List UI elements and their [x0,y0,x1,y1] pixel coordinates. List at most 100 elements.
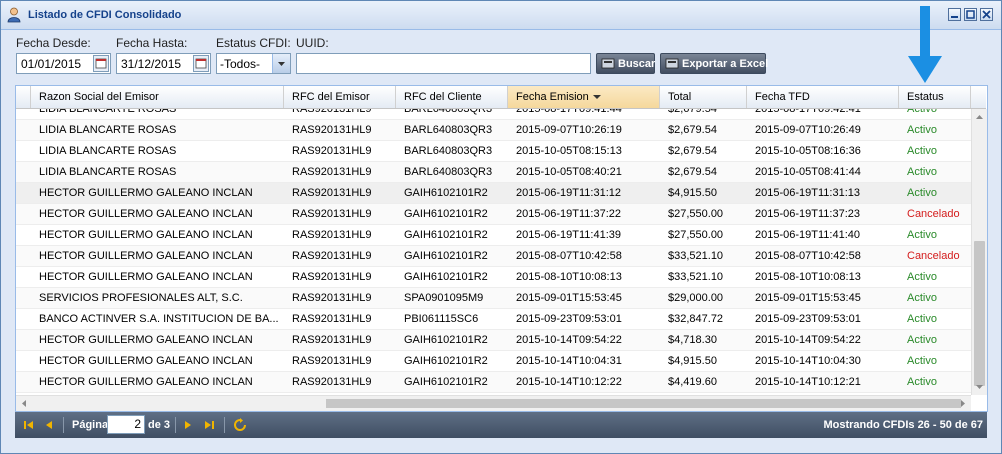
cell-total: $2,679.54 [668,109,717,115]
table-row[interactable]: LIDIA BLANCARTE ROSAS RAS920131HL9 BARL640… [16,109,971,120]
cell-rfc-emisor: RAS920131HL9 [292,334,372,346]
cell-estatus: Cancelado [907,208,960,220]
cell-estatus: Activo [907,187,937,199]
cell-fecha-emision: 2015-08-17T09:41:44 [516,109,622,115]
table-row[interactable]: HECTOR GUILLERMO GALEANO INCLAN RAS920131… [16,183,971,204]
table-row[interactable]: LIDIA BLANCARTE ROSAS RAS920131HL9 BARL640… [16,120,971,141]
cell-total: $33,521.10 [668,250,724,262]
cell-razon-social: HECTOR GUILLERMO GALEANO INCLAN [39,250,253,262]
fecha-hasta-field[interactable]: 31/12/2015 [116,53,211,74]
horizontal-scroll-thumb[interactable] [326,399,961,408]
cell-fecha-tfd: 2015-10-05T08:41:44 [755,166,861,178]
scroll-up-icon[interactable] [972,111,987,123]
table-row[interactable]: HECTOR GUILLERMO GALEANO INCLAN RAS920131… [16,246,971,267]
page-label: Página [72,419,109,431]
col-estatus[interactable]: Estatus [899,86,971,108]
calendar-icon[interactable] [93,55,109,72]
table-row[interactable]: HECTOR GUILLERMO GALEANO INCLAN RAS920131… [16,372,971,393]
cell-rfc-cliente: GAIH6102101R2 [404,208,488,220]
vertical-scroll-thumb[interactable] [974,241,985,386]
table-row[interactable]: HECTOR GUILLERMO GALEANO INCLAN RAS920131… [16,225,971,246]
table-row[interactable]: HECTOR GUILLERMO GALEANO INCLAN RAS920131… [16,204,971,225]
cell-total: $27,550.00 [668,229,724,241]
col-total[interactable]: Total [660,86,747,108]
horizontal-scrollbar[interactable] [16,395,971,411]
cell-total: $32,847.72 [668,313,724,325]
minimize-icon [951,16,958,18]
cell-fecha-emision: 2015-09-23T09:53:01 [516,313,622,325]
cell-total: $33,521.10 [668,271,724,283]
fecha-hasta-value: 31/12/2015 [121,57,182,71]
table-row[interactable]: HECTOR GUILLERMO GALEANO INCLAN RAS920131… [16,351,971,372]
table-row[interactable]: SERVICIOS PROFESIONALES ALT, S.C. RAS9201… [16,288,971,309]
fecha-desde-value: 01/01/2015 [21,57,82,71]
buscar-label: Buscar [618,58,656,70]
col-rfc-emisor[interactable]: RFC del Emisor [284,86,396,108]
estatus-label: Estatus CFDI: [216,36,291,50]
cell-fecha-emision: 2015-06-19T11:41:39 [516,229,621,241]
table-row[interactable]: LIDIA BLANCARTE ROSAS RAS920131HL9 BARL640… [16,141,971,162]
cell-razon-social: LIDIA BLANCARTE ROSAS [39,124,177,136]
page-count-label: de 3 [148,419,171,431]
cell-razon-social: BANCO ACTINVER S.A. INSTITUCION DE BA... [39,313,279,325]
cell-razon-social: LIDIA BLANCARTE ROSAS [39,109,177,115]
close-icon [982,10,991,19]
export-icon [665,58,679,69]
cell-estatus: Activo [907,271,937,283]
uuid-input[interactable] [296,53,591,74]
calendar-icon[interactable] [193,55,209,72]
exportar-excel-button[interactable]: Exportar a Excel [660,53,768,74]
cell-fecha-tfd: 2015-10-14T09:54:22 [755,334,861,346]
vertical-scrollbar[interactable] [971,109,987,395]
cell-fecha-tfd: 2015-08-07T10:42:58 [755,250,861,262]
cell-rfc-cliente: GAIH6102101R2 [404,271,488,283]
col-fecha-emision[interactable]: Fecha Emision [508,86,660,108]
maximize-icon [966,10,975,19]
cell-total: $4,915.50 [668,355,717,367]
sort-desc-icon [592,95,601,100]
grid-body: LIDIA BLANCARTE ROSAS RAS920131HL9 BARL640… [16,109,971,395]
last-page-icon[interactable] [202,418,216,432]
scroll-left-icon[interactable] [18,396,30,411]
cell-fecha-tfd: 2015-09-01T15:53:45 [755,292,861,304]
cell-fecha-tfd: 2015-10-14T10:12:21 [755,376,861,388]
col-rfc-cliente[interactable]: RFC del Cliente [396,86,508,108]
paging-info: Mostrando CFDIs 26 - 50 de 67 [823,419,983,431]
cell-razon-social: HECTOR GUILLERMO GALEANO INCLAN [39,229,253,241]
cell-fecha-emision: 2015-10-05T08:40:21 [516,166,622,178]
cell-razon-social: HECTOR GUILLERMO GALEANO INCLAN [39,208,253,220]
col-fecha-tfd[interactable]: Fecha TFD [747,86,899,108]
cell-fecha-tfd: 2015-10-14T10:04:30 [755,355,861,367]
cell-total: $4,419.60 [668,376,717,388]
cell-rfc-emisor: RAS920131HL9 [292,145,372,157]
cell-rfc-cliente: BARL640803QR3 [404,166,493,178]
cell-fecha-tfd: 2015-09-07T10:26:49 [755,124,861,136]
table-row[interactable]: BANCO ACTINVER S.A. INSTITUCION DE BA...… [16,309,971,330]
first-page-icon[interactable] [22,418,36,432]
cell-rfc-emisor: RAS920131HL9 [292,166,372,178]
cell-fecha-emision: 2015-06-19T11:37:22 [516,208,621,220]
estatus-select[interactable]: -Todos- [216,53,291,74]
refresh-icon[interactable] [233,418,247,432]
scroll-right-icon[interactable] [957,396,969,411]
pager-separator [175,417,176,433]
minimize-button[interactable] [948,8,961,21]
page-number-input[interactable]: 2 [107,415,145,434]
cell-fecha-emision: 2015-10-05T08:15:13 [516,145,622,157]
cell-fecha-emision: 2015-10-14T10:04:31 [516,355,622,367]
fecha-desde-field[interactable]: 01/01/2015 [16,53,111,74]
col-razon-social[interactable]: Razon Social del Emisor [31,86,284,108]
next-page-icon[interactable] [181,418,195,432]
dropdown-trigger[interactable] [272,54,290,73]
scroll-down-icon[interactable] [972,381,987,393]
buscar-button[interactable]: Buscar [596,53,655,74]
close-button[interactable] [980,8,993,21]
table-row[interactable]: LIDIA BLANCARTE ROSAS RAS920131HL9 BARL640… [16,162,971,183]
cfdi-window: Listado de CFDI Consolidado Fecha Desde:… [0,0,1002,454]
prev-page-icon[interactable] [42,418,56,432]
cell-rfc-cliente: BARL640803QR3 [404,109,493,115]
cell-fecha-tfd: 2015-09-23T09:53:01 [755,313,861,325]
table-row[interactable]: HECTOR GUILLERMO GALEANO INCLAN RAS920131… [16,267,971,288]
maximize-button[interactable] [964,8,977,21]
table-row[interactable]: HECTOR GUILLERMO GALEANO INCLAN RAS920131… [16,330,971,351]
